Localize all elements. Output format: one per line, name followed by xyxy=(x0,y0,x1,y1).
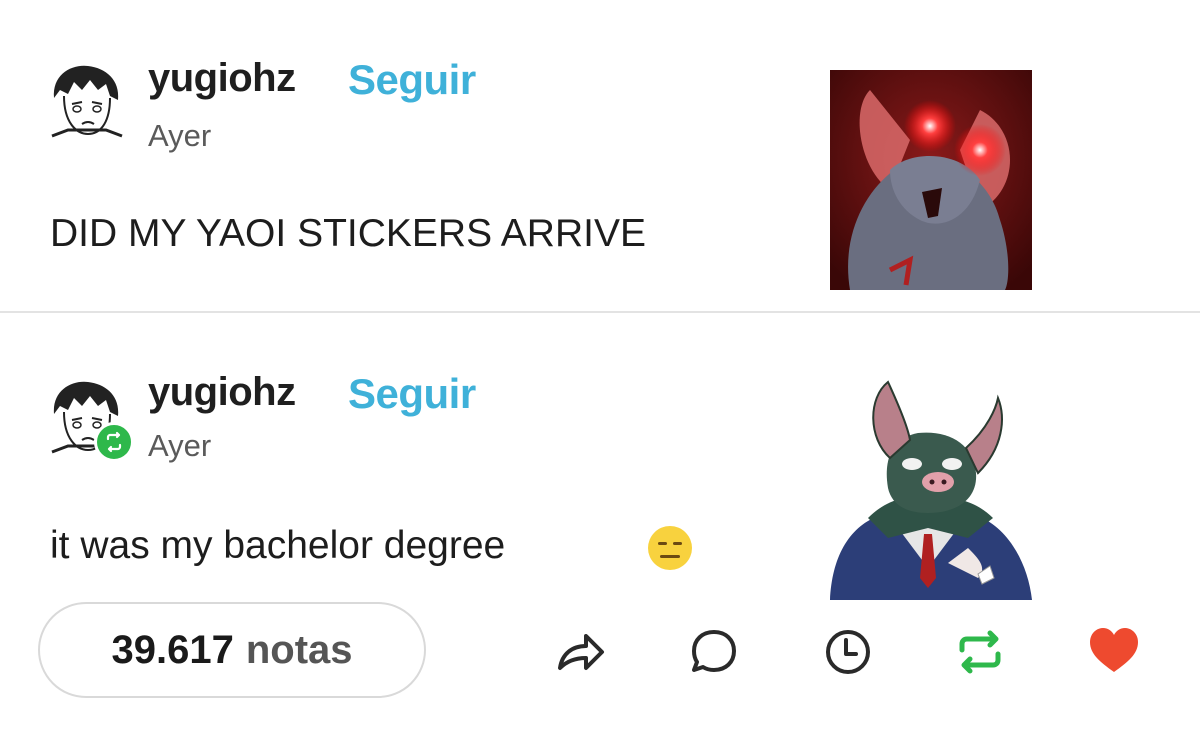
reblog-badge-icon xyxy=(94,422,134,462)
username[interactable]: yugiohz xyxy=(148,370,296,415)
comment-icon[interactable] xyxy=(686,624,742,680)
share-icon[interactable] xyxy=(552,624,608,680)
reblog-icon[interactable] xyxy=(952,624,1008,680)
clock-icon[interactable] xyxy=(820,624,876,680)
timestamp: Ayer xyxy=(148,428,212,463)
post-text: DID MY YAOI STICKERS ARRIVE xyxy=(50,212,646,255)
bat-in-suit-sticker xyxy=(828,378,1034,600)
notes-count: 39.617 xyxy=(111,627,234,672)
avatar[interactable] xyxy=(46,60,126,140)
post-divider xyxy=(0,311,1200,313)
follow-button[interactable]: Seguir xyxy=(348,56,476,104)
expressionless-face-icon xyxy=(646,524,694,572)
red-glowing-eyes-bat-sticker xyxy=(830,70,1032,290)
username[interactable]: yugiohz xyxy=(148,56,296,101)
timestamp: Ayer xyxy=(148,118,212,153)
heart-icon[interactable] xyxy=(1086,624,1142,680)
follow-button[interactable]: Seguir xyxy=(348,370,476,418)
notes-label: notas xyxy=(245,627,353,672)
post-reblog: yugiohz Seguir Ayer it was my bachelor d… xyxy=(0,314,1200,741)
manga-avatar-icon xyxy=(46,60,126,140)
notes-button[interactable]: 39.617 notas xyxy=(38,602,426,698)
post-original: yugiohz Seguir Ayer DID MY YAOI STICKERS… xyxy=(0,0,1200,312)
post-text: it was my bachelor degree xyxy=(50,524,506,567)
